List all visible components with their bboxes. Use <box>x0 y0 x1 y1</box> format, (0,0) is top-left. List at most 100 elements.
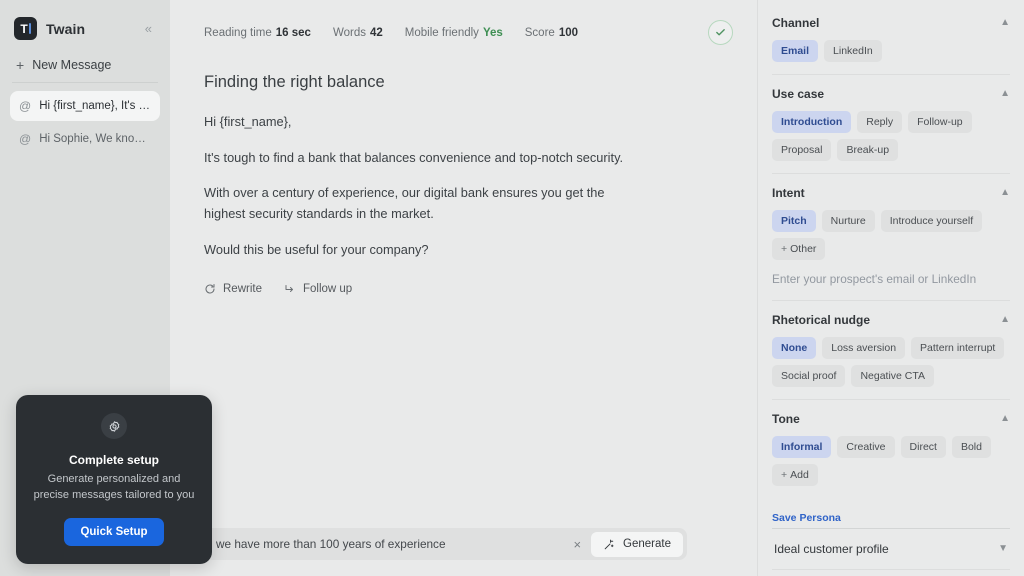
plus-icon: + <box>781 469 788 481</box>
brand-row: T Twain « <box>10 12 160 40</box>
new-message-button[interactable]: + New Message <box>10 48 160 82</box>
chip-group-use-case: Introduction Reply Follow-up Proposal Br… <box>772 111 1010 161</box>
chip-follow-up[interactable]: Follow-up <box>908 111 972 133</box>
chip-loss-aversion[interactable]: Loss aversion <box>822 337 906 359</box>
chip-informal[interactable]: Informal <box>772 436 832 458</box>
brand-name: Twain <box>46 20 86 37</box>
persona-row-problem[interactable]: Problem ▼ <box>772 570 1010 576</box>
chevron-down-icon[interactable]: ▼ <box>998 544 1008 554</box>
settings-panel: Channel ▲ Email LinkedIn Use case ▲ Intr… <box>757 0 1024 576</box>
section-use-case: Use case ▲ Introduction Reply Follow-up … <box>772 74 1010 173</box>
chip-group-channel: Email LinkedIn <box>772 40 1010 62</box>
conversation-title: Hi Sophie, We know wri... <box>39 133 151 145</box>
chip-introduce-yourself[interactable]: Introduce yourself <box>880 210 983 232</box>
section-rhetorical-nudge: Rhetorical nudge ▲ None Loss aversion Pa… <box>772 300 1010 399</box>
chip-creative[interactable]: Creative <box>837 436 895 458</box>
chip-none[interactable]: None <box>772 337 817 359</box>
collapse-sidebar-icon[interactable]: « <box>141 20 156 37</box>
section-title: Intent <box>772 186 805 200</box>
chip-pattern-interrupt[interactable]: Pattern interrupt <box>911 337 1005 359</box>
section-title: Tone <box>772 412 800 426</box>
section-header-intent[interactable]: Intent ▲ <box>772 186 1010 200</box>
rewrite-button[interactable]: Rewrite <box>204 283 262 295</box>
metric-score: Score 100 <box>524 26 578 39</box>
chip-pitch[interactable]: Pitch <box>772 210 816 232</box>
section-header-use-case[interactable]: Use case ▲ <box>772 87 1010 101</box>
metric-words: Words 42 <box>332 26 383 39</box>
follow-up-label: Follow up <box>302 282 353 295</box>
chevron-up-icon[interactable]: ▲ <box>1000 315 1010 325</box>
metric-reading-time: Reading time 16 sec <box>204 26 311 39</box>
chip-reply[interactable]: Reply <box>857 111 903 133</box>
conversation-item-2[interactable]: @ Hi Sophie, We know wri... <box>10 124 160 154</box>
refresh-icon <box>205 283 215 294</box>
chip-proposal[interactable]: Proposal <box>772 139 832 161</box>
magic-wand-icon <box>604 539 614 549</box>
section-tone: Tone ▲ Informal Creative Direct Bold + Ad… <box>772 399 1010 498</box>
at-icon: @ <box>19 132 32 146</box>
section-header-channel[interactable]: Channel ▲ <box>772 16 1010 30</box>
section-title: Use case <box>772 87 825 101</box>
chip-bold[interactable]: Bold <box>951 436 991 458</box>
close-icon[interactable]: × <box>563 538 591 551</box>
idea-input[interactable] <box>216 537 564 551</box>
message-document: Finding the right balance Hi {first_name… <box>204 73 644 295</box>
chip-linkedin[interactable]: LinkedIn <box>824 40 882 62</box>
follow-up-button[interactable]: Follow up <box>284 283 352 295</box>
persona-tab-filler <box>850 528 1010 529</box>
persona-label: Ideal customer profile <box>774 542 889 556</box>
chip-group-rhetorical-nudge: None Loss aversion Pattern interrupt Soc… <box>772 337 1010 387</box>
quick-setup-button[interactable]: Quick Setup <box>64 518 164 546</box>
logo-cursor-bar <box>28 23 31 34</box>
composer-bar: × Generate <box>204 528 687 560</box>
message-actions: Rewrite Follow up <box>204 283 644 295</box>
section-channel: Channel ▲ Email LinkedIn <box>772 16 1010 74</box>
section-header-tone[interactable]: Tone ▲ <box>772 412 1010 426</box>
arrow-turn-right-icon <box>285 284 293 292</box>
conversation-item-1[interactable]: @ Hi {first_name}, It's tou... <box>10 91 160 121</box>
message-paragraph[interactable]: Hi {first_name}, <box>204 112 644 133</box>
logo-letter: T <box>20 21 28 36</box>
prospect-input[interactable] <box>772 272 1010 286</box>
chip-negative-cta[interactable]: Negative CTA <box>851 365 935 387</box>
chip-direct[interactable]: Direct <box>900 436 946 458</box>
generate-button[interactable]: Generate <box>591 531 683 557</box>
chevron-up-icon[interactable]: ▲ <box>1000 18 1010 28</box>
chip-add-tone[interactable]: + Add <box>772 464 818 486</box>
chip-social-proof[interactable]: Social proof <box>772 365 846 387</box>
sidebar-divider <box>12 82 158 83</box>
section-title: Rhetorical nudge <box>772 313 871 327</box>
section-header-rhetorical-nudge[interactable]: Rhetorical nudge ▲ <box>772 313 1010 327</box>
setup-subtitle: Generate personalized and precise messag… <box>33 473 195 502</box>
chip-group-tone: Informal Creative Direct Bold + Add <box>772 436 1010 486</box>
chevron-up-icon[interactable]: ▲ <box>1000 89 1010 99</box>
at-icon: @ <box>19 99 32 113</box>
section-title: Channel <box>772 16 820 30</box>
app-root: T Twain « + New Message @ Hi {first_name… <box>0 0 1024 576</box>
chip-nurture[interactable]: Nurture <box>821 210 875 232</box>
persona-row-ideal-customer-profile[interactable]: Ideal customer profile ▼ <box>772 529 1010 570</box>
message-paragraph[interactable]: It's tough to find a bank that balances … <box>204 148 644 169</box>
gear-icon <box>101 413 127 440</box>
complete-setup-card: Complete setup Generate personalized and… <box>16 395 212 564</box>
message-paragraph[interactable]: With over a century of experience, our d… <box>204 183 644 224</box>
twain-logo-icon: T <box>14 17 37 40</box>
chip-introduction[interactable]: Introduction <box>772 111 852 133</box>
check-icon[interactable] <box>708 20 733 45</box>
chevron-up-icon[interactable]: ▲ <box>1000 188 1010 198</box>
chevron-up-icon[interactable]: ▲ <box>1000 414 1010 424</box>
save-persona-button[interactable]: Save Persona <box>772 512 851 529</box>
chip-group-intent: Pitch Nurture Introduce yourself + Other <box>772 210 1010 260</box>
plus-icon: + <box>16 57 25 73</box>
metric-mobile-friendly: Mobile friendly Yes <box>404 26 503 39</box>
section-intent: Intent ▲ Pitch Nurture Introduce yoursel… <box>772 173 1010 300</box>
chip-other[interactable]: + Other <box>772 238 826 260</box>
chip-break-up[interactable]: Break-up <box>837 139 899 161</box>
setup-title: Complete setup <box>68 453 159 468</box>
message-paragraph[interactable]: Would this be useful for your company? <box>204 240 644 261</box>
message-title[interactable]: Finding the right balance <box>204 73 644 92</box>
new-message-label: New Message <box>32 58 112 72</box>
editor-main: Reading time 16 sec Words 42 Mobile friend… <box>170 0 757 576</box>
chip-email[interactable]: Email <box>772 40 819 62</box>
rewrite-label: Rewrite <box>223 282 262 295</box>
